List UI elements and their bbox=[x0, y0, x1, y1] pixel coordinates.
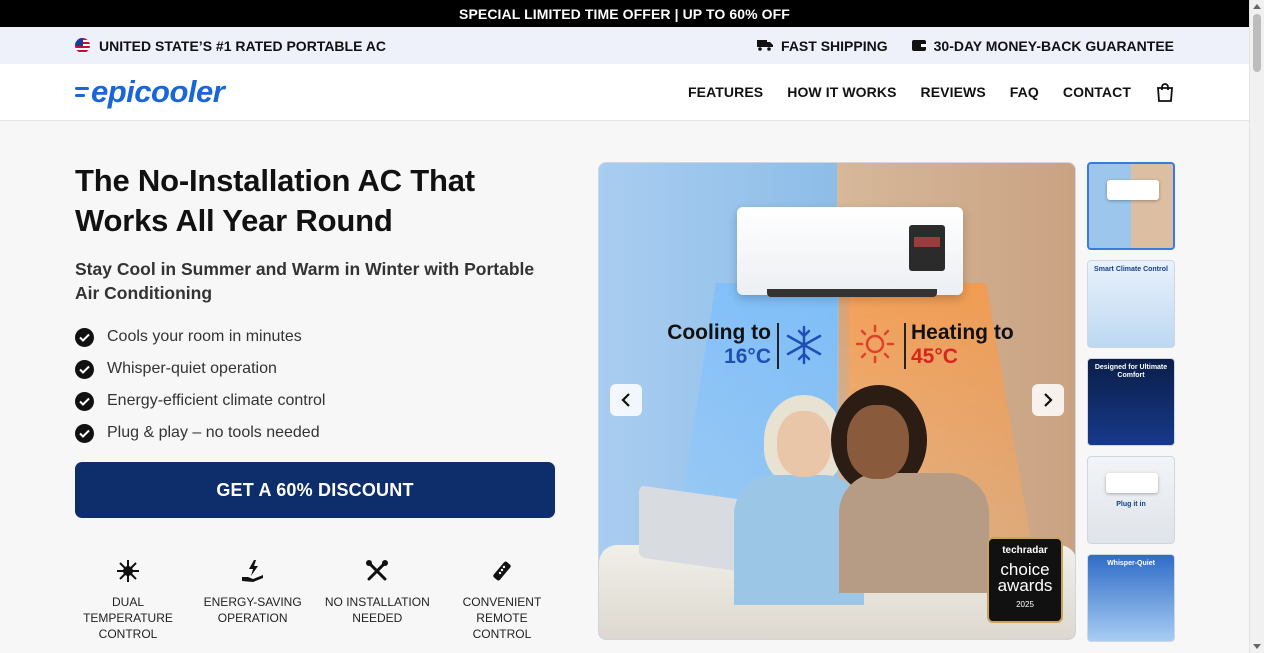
trust-right: FAST SHIPPING 30-DAY MONEY-BACK GUARANTE… bbox=[733, 38, 1174, 54]
logo-speed-lines bbox=[75, 85, 89, 99]
remote-icon bbox=[493, 561, 511, 581]
ac-display bbox=[914, 237, 940, 247]
feature-no-install: NO INSTALLATION NEEDED bbox=[324, 559, 430, 642]
benefit-item: Whisper-quiet operation bbox=[75, 353, 555, 385]
checkmark-icon bbox=[75, 327, 94, 347]
scroll-thumb[interactable] bbox=[1253, 14, 1261, 72]
chevron-left-icon bbox=[621, 393, 630, 407]
main-nav: epicooler FEATURES HOW IT WORKS REVIEWS … bbox=[0, 64, 1249, 121]
benefit-text: Cools your room in minutes bbox=[107, 328, 302, 345]
thumb-ac-image bbox=[1106, 473, 1158, 493]
nav-reviews[interactable]: REVIEWS bbox=[921, 84, 986, 100]
benefit-list: Cools your room in minutes Whisper-quiet… bbox=[75, 321, 555, 449]
brand-logo[interactable]: epicooler bbox=[75, 74, 225, 110]
nav-how-it-works[interactable]: HOW IT WORKS bbox=[787, 84, 896, 100]
trust-bar: UNITED STATE’S #1 RATED PORTABLE AC FAST… bbox=[0, 27, 1249, 64]
badge-year: 2025 bbox=[1016, 600, 1034, 609]
cool-divider bbox=[777, 323, 779, 369]
page-scrollbar[interactable] bbox=[1249, 0, 1264, 653]
carousel-prev-button[interactable] bbox=[610, 384, 642, 416]
thumbnail-1[interactable] bbox=[1087, 162, 1175, 250]
feature-row: DUAL TEMPERATURE CONTROL ENERGY-SAVING O… bbox=[75, 559, 555, 642]
thumbnail-3[interactable]: Designed for Ultimate Comfort bbox=[1087, 358, 1175, 446]
sun-icon bbox=[854, 323, 896, 370]
nav-contact[interactable]: CONTACT bbox=[1063, 84, 1131, 100]
hero-content: The No-Installation AC That Works All Ye… bbox=[75, 161, 555, 518]
feature-label: NO INSTALLATION NEEDED bbox=[324, 595, 430, 625]
page: SPECIAL LIMITED TIME OFFER | UP TO 60% O… bbox=[0, 0, 1249, 653]
nav-features[interactable]: FEATURES bbox=[688, 84, 763, 100]
hero-subtitle: Stay Cool in Summer and Warm in Winter w… bbox=[75, 259, 535, 303]
scroll-down-arrow-icon[interactable] bbox=[1253, 644, 1261, 649]
person-right-body bbox=[839, 473, 989, 593]
guarantee-text: 30-DAY MONEY-BACK GUARANTEE bbox=[933, 37, 1174, 54]
feature-label: CONVENIENT REMOTE CONTROL bbox=[462, 595, 542, 641]
benefit-text: Plug & play – no tools needed bbox=[107, 424, 320, 441]
logo-text: epicooler bbox=[91, 74, 225, 109]
thumbnail-2[interactable]: Smart Climate Control bbox=[1087, 260, 1175, 348]
offer-text: SPECIAL LIMITED TIME OFFER | UP TO 60% O… bbox=[459, 5, 790, 22]
thumb-ac-image bbox=[1107, 180, 1159, 200]
benefit-item: Energy-efficient climate control bbox=[75, 385, 555, 417]
us-flag-icon bbox=[75, 38, 90, 53]
person-right-face bbox=[847, 405, 909, 479]
guarantee-item: 30-DAY MONEY-BACK GUARANTEE bbox=[911, 37, 1174, 54]
laptop-image bbox=[639, 485, 749, 573]
tools-icon bbox=[366, 560, 389, 581]
thumb-label: Whisper-Quiet bbox=[1107, 560, 1155, 567]
hero-title: The No-Installation AC That Works All Ye… bbox=[75, 163, 475, 238]
nav-faq[interactable]: FAQ bbox=[1010, 84, 1039, 100]
person-left-face bbox=[777, 411, 831, 477]
feature-dual-temp: DUAL TEMPERATURE CONTROL bbox=[75, 559, 181, 642]
discount-cta-button[interactable]: GET A 60% DISCOUNT bbox=[75, 462, 555, 518]
scroll-up-arrow-icon[interactable] bbox=[1253, 4, 1261, 9]
checkmark-icon bbox=[75, 391, 94, 411]
shipping-text: FAST SHIPPING bbox=[781, 37, 888, 54]
snowflake-icon bbox=[784, 325, 824, 370]
hero-section: The No-Installation AC That Works All Ye… bbox=[0, 121, 1249, 653]
wallet-icon bbox=[911, 38, 926, 54]
offer-bar: SPECIAL LIMITED TIME OFFER | UP TO 60% O… bbox=[0, 0, 1249, 27]
carousel-slide: Cooling to 16°C Heating to 45°C techrada… bbox=[599, 163, 1075, 639]
heat-divider bbox=[904, 323, 906, 369]
ac-vent bbox=[767, 289, 937, 297]
cooling-label: Cooling to 16°C bbox=[659, 321, 771, 369]
shipping-item: FAST SHIPPING bbox=[757, 38, 888, 54]
nav-menu: FEATURES HOW IT WORKS REVIEWS FAQ CONTAC… bbox=[664, 82, 1174, 102]
award-badge: techradar choice awards 2025 bbox=[987, 537, 1063, 623]
benefit-text: Whisper-quiet operation bbox=[107, 360, 277, 377]
product-image-carousel[interactable]: Cooling to 16°C Heating to 45°C techrada… bbox=[598, 162, 1076, 640]
trust-left: UNITED STATE’S #1 RATED PORTABLE AC bbox=[75, 38, 386, 54]
benefit-item: Cools your room in minutes bbox=[75, 321, 555, 353]
benefit-item: Plug & play – no tools needed bbox=[75, 417, 555, 449]
cooling-text: Cooling to bbox=[667, 321, 771, 344]
badge-title: choice awards bbox=[997, 560, 1053, 595]
benefit-text: Energy-efficient climate control bbox=[107, 392, 326, 409]
cooling-temp: 16°C bbox=[724, 345, 771, 368]
heating-temp: 45°C bbox=[911, 345, 958, 368]
truck-icon bbox=[757, 38, 774, 54]
energy-hand-icon bbox=[241, 560, 263, 582]
thumb-label: Plug it in bbox=[1116, 501, 1146, 508]
heating-label: Heating to 45°C bbox=[911, 321, 1051, 369]
feature-label: ENERGY-SAVING OPERATION bbox=[203, 595, 302, 625]
shopping-bag-icon[interactable] bbox=[1156, 82, 1174, 102]
badge-brand: techradar bbox=[1002, 545, 1048, 556]
heating-text: Heating to bbox=[911, 321, 1014, 344]
ac-control-panel bbox=[909, 225, 945, 271]
thumb-label: Designed for Ultimate Comfort bbox=[1094, 364, 1168, 379]
thumbnail-5[interactable]: Whisper-Quiet bbox=[1087, 554, 1175, 642]
thumb-label: Smart Climate Control bbox=[1094, 266, 1168, 273]
rating-text: UNITED STATE’S #1 RATED PORTABLE AC bbox=[99, 37, 387, 54]
chevron-right-icon bbox=[1044, 393, 1053, 407]
feature-energy: ENERGY-SAVING OPERATION bbox=[200, 559, 306, 642]
snowflake-sun-icon bbox=[117, 560, 139, 582]
carousel-next-button[interactable] bbox=[1032, 384, 1064, 416]
feature-remote: CONVENIENT REMOTE CONTROL bbox=[449, 559, 555, 642]
checkmark-icon bbox=[75, 359, 94, 379]
feature-label: DUAL TEMPERATURE CONTROL bbox=[83, 595, 173, 641]
carousel-thumbnails: Smart Climate Control Designed for Ultim… bbox=[1087, 162, 1175, 652]
thumbnail-4[interactable]: Plug it in bbox=[1087, 456, 1175, 544]
checkmark-icon bbox=[75, 423, 94, 443]
